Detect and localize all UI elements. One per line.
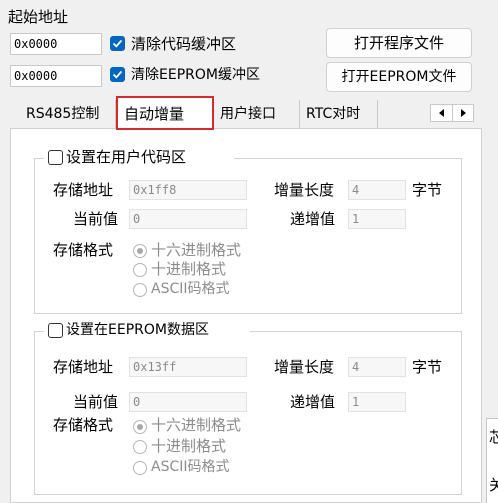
- eeprom-bytes-unit-label: 字节: [412, 358, 443, 376]
- check-icon: [112, 70, 123, 79]
- code-format-dec-label: 十进制格式: [151, 260, 227, 278]
- code-format-hex-radio[interactable]: [133, 244, 147, 258]
- tab-rs485-control[interactable]: RS485控制: [20, 100, 116, 128]
- eeprom-area-group: [34, 331, 462, 495]
- code-start-address-input[interactable]: 0x0000: [10, 33, 102, 55]
- clear-code-buffer-label: 清除代码缓冲区: [131, 35, 237, 53]
- eeprom-current-value-input[interactable]: 0: [129, 392, 247, 412]
- code-increment-length-input[interactable]: 4: [348, 180, 406, 200]
- code-storage-format-label: 存储格式: [53, 241, 114, 259]
- code-store-address-label: 存储地址: [53, 181, 114, 199]
- code-area-title: 设置在用户代码区: [66, 148, 187, 166]
- eeprom-current-value-label: 当前值: [73, 393, 119, 411]
- eeprom-increment-length-input[interactable]: 4: [348, 357, 406, 377]
- eeprom-area-group-header: 设置在EEPROM数据区: [44, 319, 250, 341]
- code-bytes-unit-label: 字节: [412, 181, 443, 199]
- eeprom-format-dec-radio[interactable]: [133, 440, 147, 454]
- code-step-value-input[interactable]: 1: [348, 209, 406, 229]
- eeprom-store-address-input[interactable]: 0x13ff: [129, 357, 247, 377]
- tab-rtc-sync[interactable]: RTC对时: [300, 100, 378, 128]
- code-step-value-label: 递增值: [290, 210, 336, 228]
- code-increment-length-label: 增量长度: [274, 181, 335, 199]
- clear-code-buffer-checkbox[interactable]: [110, 36, 125, 51]
- eeprom-format-ascii-label: ASCII码格式: [151, 459, 230, 475]
- tab-auto-increment[interactable]: 自动增量: [116, 96, 214, 130]
- eeprom-format-hex-radio[interactable]: [133, 420, 147, 434]
- eeprom-step-value-label: 递增值: [290, 393, 336, 411]
- side-info-char-top: 芯: [489, 427, 498, 447]
- tab-scroll-buttons: [430, 104, 474, 122]
- triangle-left-icon: [439, 109, 444, 117]
- eeprom-format-ascii-radio[interactable]: [133, 461, 147, 475]
- eeprom-area-title: 设置在EEPROM数据区: [66, 322, 209, 338]
- code-current-value-input[interactable]: 0: [129, 209, 247, 229]
- tab-scroll-right-button[interactable]: [453, 105, 473, 121]
- tab-scroll-left-button[interactable]: [431, 105, 453, 121]
- eeprom-format-hex-label: 十六进制格式: [151, 416, 242, 434]
- eeprom-area-checkbox[interactable]: [48, 323, 63, 338]
- eeprom-storage-format-label: 存储格式: [53, 416, 114, 434]
- code-current-value-label: 当前值: [73, 210, 119, 228]
- eeprom-step-value-input[interactable]: 1: [348, 392, 406, 412]
- open-program-file-button[interactable]: 打开程序文件: [326, 28, 472, 58]
- code-format-dec-radio[interactable]: [133, 263, 147, 277]
- eeprom-increment-length-label: 增量长度: [274, 358, 335, 376]
- code-store-address-input[interactable]: 0x1ff8: [129, 180, 247, 200]
- clear-eeprom-buffer-label: 清除EEPROM缓冲区: [131, 67, 260, 83]
- code-format-ascii-label: ASCII码格式: [151, 281, 230, 297]
- start-address-label: 起始地址: [8, 8, 69, 26]
- triangle-right-icon: [461, 109, 466, 117]
- code-area-group-header: 设置在用户代码区: [44, 146, 234, 168]
- side-info-char-bottom: 关: [489, 475, 498, 495]
- eeprom-store-address-label: 存储地址: [53, 358, 114, 376]
- side-info-panel: 芯 关: [486, 418, 498, 503]
- code-format-hex-label: 十六进制格式: [151, 241, 242, 259]
- code-format-ascii-radio[interactable]: [133, 283, 147, 297]
- code-area-checkbox[interactable]: [48, 150, 63, 165]
- tab-user-interface[interactable]: 用户接口: [214, 100, 300, 128]
- clear-eeprom-buffer-checkbox[interactable]: [110, 67, 125, 82]
- check-icon: [112, 39, 123, 48]
- open-eeprom-file-button[interactable]: 打开EEPROM文件: [326, 62, 472, 92]
- eeprom-start-address-input[interactable]: 0x0000: [10, 65, 102, 87]
- eeprom-format-dec-label: 十进制格式: [151, 437, 227, 455]
